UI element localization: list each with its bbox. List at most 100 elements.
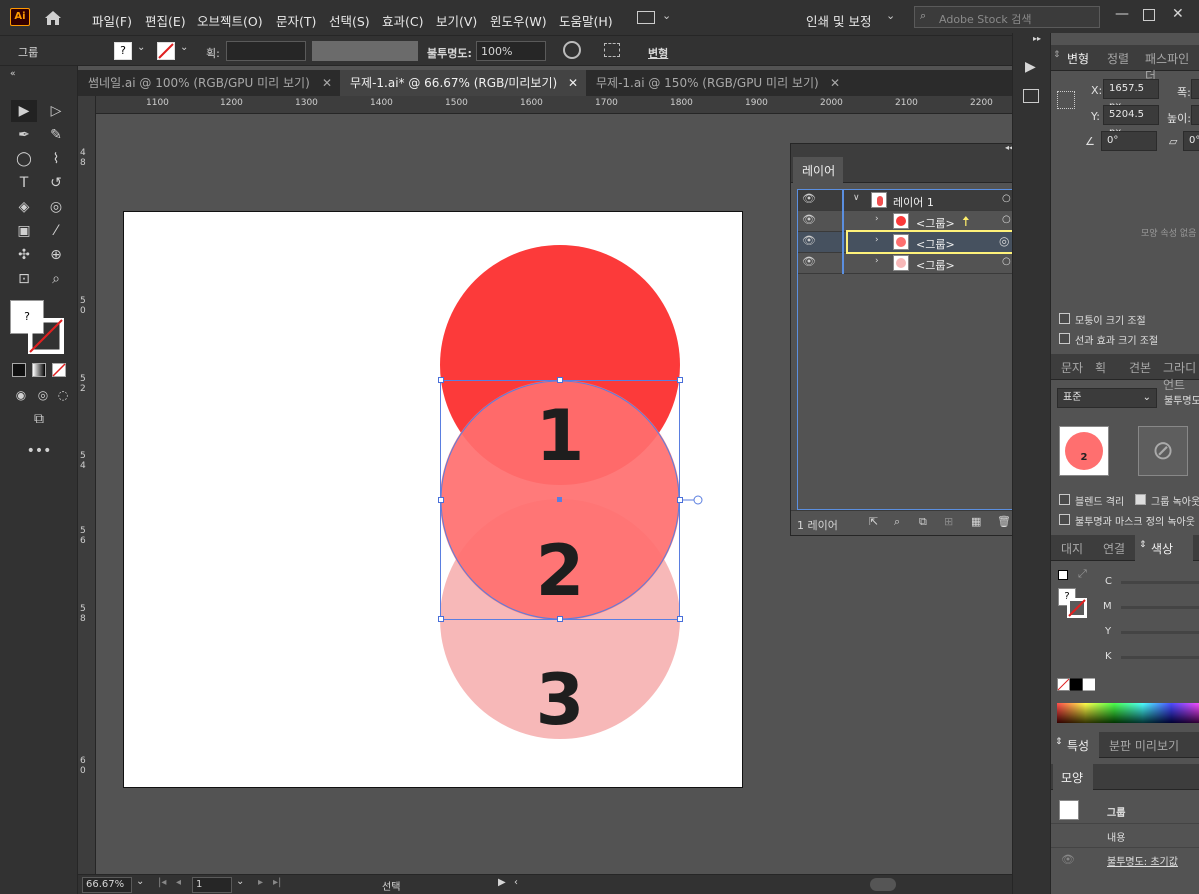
target-selected-icon[interactable]: ◎ bbox=[999, 234, 1009, 248]
chevron-down-icon[interactable]: ⌄ bbox=[180, 42, 188, 53]
tab-transform[interactable]: 변형 bbox=[1067, 50, 1089, 67]
x-input[interactable]: 1657.5 px bbox=[1103, 79, 1159, 112]
recolor-icon[interactable] bbox=[563, 41, 581, 59]
close-icon[interactable]: ✕ bbox=[322, 70, 332, 96]
tab-align[interactable]: 정렬 bbox=[1107, 50, 1129, 67]
black-slider[interactable] bbox=[1121, 656, 1199, 659]
opacity-input[interactable]: 100% bbox=[476, 41, 546, 61]
appearance-contents[interactable]: 내용 bbox=[1107, 829, 1125, 844]
target-icon[interactable]: ○ bbox=[1002, 256, 1011, 267]
horizontal-ruler[interactable]: 1100 1200 1300 1400 1500 1600 1700 1800 … bbox=[96, 96, 1050, 114]
layer-row[interactable]: 👁 › <그룹> ○ bbox=[798, 253, 1033, 274]
more-tools-icon[interactable]: ••• bbox=[26, 440, 52, 462]
menu-window[interactable]: 윈도우(W) bbox=[490, 11, 547, 30]
chevron-right-icon[interactable]: › bbox=[875, 214, 879, 224]
close-button[interactable]: ✕ bbox=[1172, 6, 1184, 22]
layer-name[interactable]: <그룹> bbox=[916, 257, 955, 273]
color-mode-icon[interactable] bbox=[12, 363, 26, 377]
chevron-down-icon[interactable]: ⌄ bbox=[136, 876, 144, 887]
gradient-tool-icon[interactable]: ▣ bbox=[11, 220, 37, 242]
new-sublayer-icon[interactable]: ⊞ bbox=[944, 515, 953, 528]
cyan-slider[interactable] bbox=[1121, 581, 1199, 584]
close-icon[interactable]: ✕ bbox=[830, 70, 840, 96]
menu-effect[interactable]: 효과(C) bbox=[382, 11, 423, 30]
selection-bounding-box[interactable] bbox=[436, 376, 706, 626]
resize-handle[interactable] bbox=[677, 497, 683, 503]
fill-swatch[interactable]: ? bbox=[114, 42, 132, 60]
align-icon[interactable] bbox=[604, 43, 620, 57]
menu-edit[interactable]: 편집(E) bbox=[145, 11, 186, 30]
layer-name[interactable]: 레이어 1 bbox=[893, 194, 934, 210]
layer-name[interactable]: <그룹> bbox=[916, 215, 955, 231]
variable-width-profile[interactable] bbox=[312, 41, 418, 61]
chevron-right-icon[interactable]: › bbox=[875, 256, 879, 266]
eraser-tool-icon[interactable]: ◈ bbox=[11, 196, 37, 218]
tab-character[interactable]: 문자 bbox=[1061, 359, 1083, 376]
layer-row[interactable]: 👁 ∨ 레이어 1 ○ bbox=[798, 190, 1033, 211]
trash-icon[interactable]: 🗑 bbox=[997, 515, 1011, 528]
chevron-right-icon[interactable]: › bbox=[875, 235, 879, 245]
screen-mode-icon[interactable]: ⧉ bbox=[26, 408, 52, 430]
layer-row[interactable]: 👁 › <그룹> 🠅 ○ bbox=[798, 211, 1033, 232]
tab-stroke[interactable]: 획 bbox=[1095, 359, 1106, 376]
last-artboard-icon[interactable]: ▸| bbox=[273, 877, 281, 888]
ellipse-tool-icon[interactable]: ◯ bbox=[11, 148, 37, 170]
next-artboard-icon[interactable]: ▸ bbox=[258, 877, 263, 888]
workspace-switcher[interactable]: 인쇄 및 보정 bbox=[806, 11, 871, 30]
clipping-mask-icon[interactable]: ⧉ bbox=[919, 515, 927, 529]
new-layer-icon[interactable]: ▦ bbox=[971, 515, 981, 528]
prev-artboard-icon[interactable]: ◂ bbox=[176, 877, 181, 888]
minimize-button[interactable]: — bbox=[1115, 6, 1129, 22]
zoom-input[interactable]: 66.67% bbox=[82, 877, 132, 893]
menu-help[interactable]: 도움말(H) bbox=[559, 11, 613, 30]
resize-handle[interactable] bbox=[438, 497, 444, 503]
menu-select[interactable]: 선택(S) bbox=[329, 11, 370, 30]
target-icon[interactable]: ○ bbox=[1002, 193, 1011, 204]
menu-view[interactable]: 보기(V) bbox=[436, 11, 477, 30]
shear-input[interactable]: 0° bbox=[1183, 131, 1199, 151]
resize-handle[interactable] bbox=[677, 616, 683, 622]
tab-links[interactable]: 연결 bbox=[1103, 540, 1125, 557]
chevron-down-icon[interactable]: ∨ bbox=[853, 193, 860, 203]
first-artboard-icon[interactable]: |◂ bbox=[158, 877, 166, 888]
properties-icon[interactable] bbox=[1023, 89, 1039, 103]
draw-inside-icon[interactable]: ◌ bbox=[50, 384, 76, 406]
menu-object[interactable]: 오브젝트(O) bbox=[197, 11, 263, 30]
knockout-group-checkbox[interactable] bbox=[1135, 494, 1146, 505]
collapse-icon[interactable]: « bbox=[10, 69, 16, 79]
default-colors-icon[interactable] bbox=[1058, 570, 1068, 580]
export-icon[interactable]: ⇱ bbox=[869, 515, 878, 528]
horizontal-scrollbar-thumb[interactable] bbox=[870, 878, 896, 891]
stroke-weight-input[interactable] bbox=[226, 41, 306, 61]
resize-handle[interactable] bbox=[557, 616, 563, 622]
width-input[interactable] bbox=[1191, 79, 1199, 99]
tab-gradient[interactable]: 그라디언트 bbox=[1163, 359, 1199, 393]
stroke-color-swatch[interactable] bbox=[28, 318, 64, 354]
y-input[interactable]: 5204.5 px bbox=[1103, 105, 1159, 138]
chevron-down-icon[interactable]: ⌄ bbox=[662, 9, 671, 22]
color-spectrum[interactable] bbox=[1057, 703, 1199, 723]
layer-row-selected[interactable]: 👁 › <그룹> ◎ bbox=[798, 230, 1033, 254]
chevron-down-icon[interactable]: ⌄ bbox=[886, 9, 895, 22]
close-icon[interactable]: ✕ bbox=[568, 70, 578, 96]
isolate-blending-checkbox[interactable] bbox=[1059, 494, 1070, 505]
maximize-button[interactable] bbox=[1143, 9, 1155, 21]
opacity-mask-checkbox[interactable] bbox=[1059, 514, 1070, 525]
zoom-tool-icon[interactable]: ⌕ bbox=[43, 268, 69, 290]
blend-mode-select[interactable]: 표준 ⌄ bbox=[1057, 388, 1157, 408]
status-menu-icon[interactable]: ▶ bbox=[498, 877, 506, 888]
rotate-tool-icon[interactable]: ↺ bbox=[43, 172, 69, 194]
menu-file[interactable]: 파일(F) bbox=[92, 11, 132, 30]
vertical-ruler[interactable]: 4 8 5 0 5 2 5 4 5 6 5 8 6 0 bbox=[78, 96, 96, 874]
menu-type[interactable]: 문자(T) bbox=[276, 11, 316, 30]
resize-handle[interactable] bbox=[438, 377, 444, 383]
tab-artboards[interactable]: 대지 bbox=[1061, 540, 1083, 557]
gradient-mode-icon[interactable] bbox=[32, 363, 46, 377]
scale-strokes-checkbox[interactable] bbox=[1059, 333, 1070, 344]
resize-handle[interactable] bbox=[677, 377, 683, 383]
appearance-group[interactable]: 그룹 bbox=[1107, 804, 1125, 819]
layer-name[interactable]: <그룹> bbox=[916, 236, 955, 252]
stroke-color-swatch[interactable] bbox=[1067, 598, 1087, 618]
direct-selection-tool-icon[interactable]: ▷ bbox=[43, 100, 69, 122]
resize-handle[interactable] bbox=[438, 616, 444, 622]
